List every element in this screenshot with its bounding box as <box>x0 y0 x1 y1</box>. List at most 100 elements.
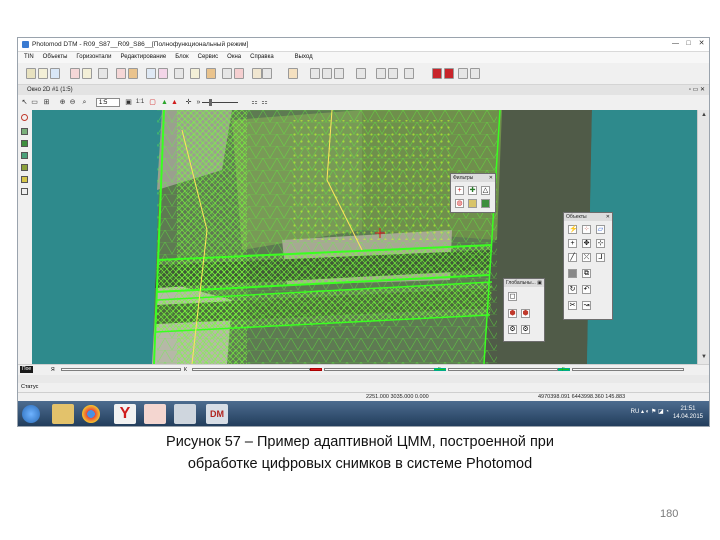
triangle-icon[interactable]: ▲ <box>160 98 169 107</box>
slider-knob[interactable] <box>209 99 212 106</box>
arc-icon[interactable] <box>458 68 468 79</box>
view-vertical-scrollbar[interactable]: ▲ ▼ <box>697 110 709 364</box>
photomod-icon[interactable] <box>174 404 196 424</box>
pencil-icon[interactable] <box>21 188 28 195</box>
stereo-icon[interactable] <box>252 68 262 79</box>
obj-polygon-icon[interactable]: ▱ <box>596 225 605 234</box>
layers-icon[interactable]: ⚏ <box>250 98 259 107</box>
center-icon[interactable]: ✛ <box>184 98 193 107</box>
stereo-edit-icon[interactable] <box>262 68 272 79</box>
obj-corner-icon[interactable]: ⅃ <box>596 253 605 262</box>
stack-alt-icon[interactable] <box>444 68 454 79</box>
tin-delete-icon[interactable] <box>70 68 80 79</box>
obj-line-icon[interactable]: ╱ <box>568 253 577 262</box>
triangle-alt-icon[interactable]: ▲ <box>170 98 179 107</box>
obj-add-icon[interactable]: + <box>568 239 577 248</box>
yandex-icon[interactable]: Y <box>114 404 136 424</box>
layers-alt-icon[interactable]: ⚏ <box>260 98 269 107</box>
layer-red-icon[interactable] <box>21 128 28 135</box>
menu-windows[interactable]: Окна <box>227 52 241 63</box>
settings-icon[interactable] <box>376 68 386 79</box>
menu-contours[interactable]: Горизонтали <box>76 52 111 63</box>
layer-segment-2[interactable] <box>192 368 310 371</box>
curve-icon[interactable] <box>470 68 480 79</box>
obj-rotate-icon[interactable]: ↻ <box>568 285 577 294</box>
filter-green-icon[interactable] <box>481 199 490 208</box>
minimize-button[interactable]: — <box>670 39 681 49</box>
menu-tin[interactable]: TIN <box>24 52 34 63</box>
filter-red-icon[interactable]: ◍ <box>455 199 464 208</box>
view-window-buttons[interactable]: ▫ ▭ ✕ <box>689 85 705 95</box>
file-explorer-icon[interactable] <box>52 404 74 424</box>
grid-build-icon[interactable] <box>158 68 168 79</box>
crosshair-icon[interactable] <box>21 114 28 121</box>
scroll-up-icon[interactable]: ▲ <box>700 112 708 120</box>
menu-service[interactable]: Сервис <box>198 52 219 63</box>
object-rect-icon[interactable] <box>322 68 332 79</box>
fit-window-icon[interactable]: ▣ <box>124 98 133 107</box>
fill-icon[interactable] <box>356 68 366 79</box>
layer-green-marker[interactable] <box>434 368 446 371</box>
menu-edit[interactable]: Редактирование <box>121 52 167 63</box>
layer-segment-3[interactable] <box>324 368 436 371</box>
frame-icon[interactable]: ▢ <box>148 98 157 107</box>
menu-block[interactable]: Блок <box>175 52 188 63</box>
select-icon[interactable]: ▭ <box>30 98 39 107</box>
obj-fill-icon[interactable] <box>568 269 577 278</box>
layer-teal-icon[interactable] <box>21 152 28 159</box>
object-stamp-icon[interactable] <box>334 68 344 79</box>
area-icon[interactable] <box>222 68 232 79</box>
grid-3d-icon[interactable] <box>404 68 414 79</box>
obj-node-icon[interactable]: ⊹ <box>596 239 605 248</box>
global-settings-alt-icon[interactable]: ⚙ <box>521 325 530 334</box>
navigate-icon[interactable] <box>388 68 398 79</box>
view-horizontal-scrollbar[interactable] <box>18 375 709 383</box>
obj-copy-icon[interactable]: ⧉ <box>582 269 591 278</box>
global-close-icon[interactable]: ▣ <box>537 279 542 287</box>
add-breakline-icon[interactable]: ✚ <box>468 186 477 195</box>
tray-icons[interactable]: ▴ ◐ ⚑ ◪ ◔ <box>641 409 669 415</box>
global-square-icon[interactable]: ◻ <box>508 292 517 301</box>
grid-icon[interactable] <box>146 68 156 79</box>
system-clock[interactable]: 21:51 14.04.2015 <box>673 405 703 421</box>
layer-segment-4[interactable] <box>448 368 558 371</box>
contour-icon[interactable] <box>98 68 108 79</box>
stack-icon[interactable] <box>432 68 442 79</box>
obj-points-icon[interactable]: ⁘ <box>582 225 591 234</box>
tin-tool-icon[interactable] <box>26 68 36 79</box>
grid-edit-icon[interactable] <box>174 68 184 79</box>
obj-split-icon[interactable]: ⤫ <box>582 253 591 262</box>
scale-one-label[interactable]: 1:1 <box>134 98 146 107</box>
obj-undo-icon[interactable]: ↶ <box>582 285 591 294</box>
obj-lightning-icon[interactable]: ⚡ <box>568 225 578 234</box>
obj-cut-icon[interactable]: ✂ <box>568 301 577 310</box>
pointer-icon[interactable]: ↖ <box>20 98 29 107</box>
objects-close-icon[interactable]: ✕ <box>606 213 610 221</box>
object-icon[interactable] <box>288 68 298 79</box>
menu-exit[interactable]: Выход <box>295 52 313 63</box>
block-edit-icon[interactable] <box>206 68 216 79</box>
magnifier-icon[interactable]: ⌕ <box>80 98 89 107</box>
language-indicator[interactable]: RU <box>631 409 640 415</box>
layer-segment-5[interactable] <box>572 368 684 371</box>
start-button-icon[interactable] <box>22 405 40 423</box>
brightness-slider[interactable] <box>202 102 238 103</box>
zoom-in-icon[interactable]: ⊕ <box>58 98 67 107</box>
object-edit-icon[interactable] <box>310 68 320 79</box>
zoom-out-icon[interactable]: ⊖ <box>68 98 77 107</box>
dtm-app-icon[interactable]: DM <box>206 404 228 424</box>
filters-close-icon[interactable]: ✕ <box>489 174 493 182</box>
add-point-icon[interactable]: + <box>455 186 464 195</box>
maximize-button[interactable]: □ <box>683 39 694 49</box>
obj-move-icon[interactable]: ✥ <box>582 239 591 248</box>
contour-edit-icon[interactable] <box>128 68 138 79</box>
global-build-alt-icon[interactable]: ⬢ <box>521 309 530 318</box>
tin-edit-icon[interactable] <box>38 68 48 79</box>
area-red-icon[interactable] <box>234 68 244 79</box>
block-icon[interactable] <box>190 68 200 79</box>
menu-objects[interactable]: Объекты <box>43 52 68 63</box>
ruler-icon[interactable]: ⊞ <box>42 98 51 107</box>
layer-yellow-icon[interactable] <box>21 176 28 183</box>
close-button[interactable]: ✕ <box>696 39 707 49</box>
tin-filter-icon[interactable] <box>82 68 92 79</box>
